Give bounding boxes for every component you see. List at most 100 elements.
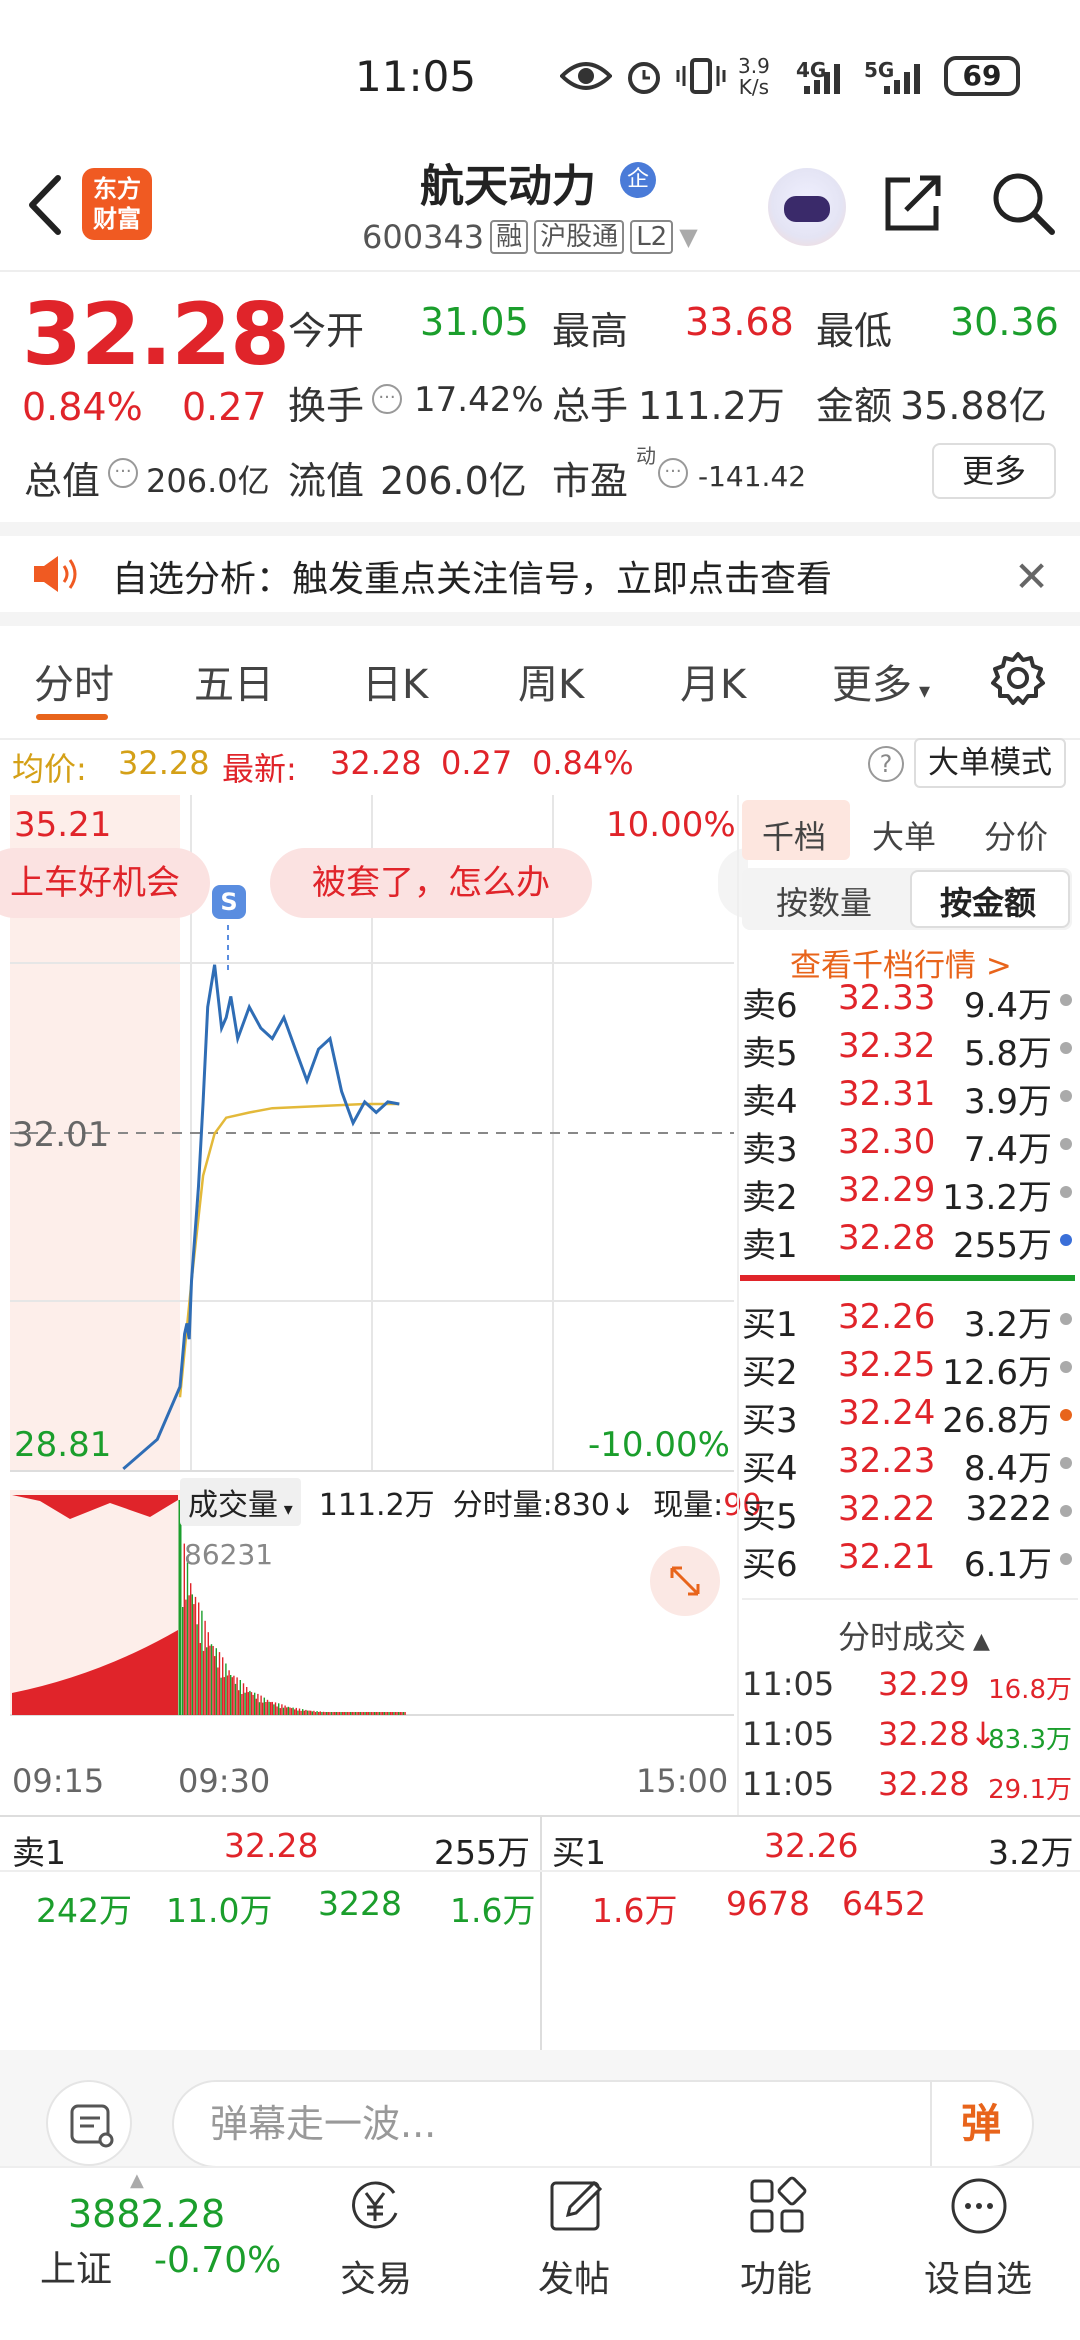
- seg-by-amount[interactable]: 按金额: [940, 878, 1036, 924]
- note-icon[interactable]: [46, 2080, 132, 2166]
- big-order-mode-button[interactable]: 大单模式: [914, 738, 1066, 788]
- volume-bar: [303, 1710, 305, 1715]
- tab-price-dist[interactable]: 分价: [984, 812, 1048, 858]
- volume-bar: [322, 1711, 325, 1715]
- volume-bar: [388, 1712, 390, 1715]
- ask-row[interactable]: 卖3 32.30 7.4万: [742, 1122, 1076, 1170]
- volume-bar: [265, 1702, 267, 1715]
- ask-row[interactable]: 卖4 32.31 3.9万: [742, 1074, 1076, 1122]
- indicator-dot: [1060, 1409, 1072, 1421]
- bid-row[interactable]: 买5 32.22 3222: [742, 1489, 1076, 1537]
- tab-level-book[interactable]: 千档: [762, 812, 826, 858]
- volume-bar: [215, 1648, 217, 1715]
- index-value[interactable]: 3882.28: [68, 2192, 225, 2236]
- volume-bar: [284, 1705, 286, 1715]
- ask-row[interactable]: 卖2 32.29 13.2万: [742, 1170, 1076, 1218]
- add-watchlist-icon[interactable]: [948, 2175, 1010, 2237]
- volume-bar: [350, 1712, 352, 1715]
- summary-bid-label: 买1: [552, 1833, 606, 1872]
- volume-bar: [396, 1712, 398, 1715]
- bid-row[interactable]: 买2 32.25 12.6万: [742, 1345, 1076, 1393]
- trade-icon[interactable]: [344, 2175, 406, 2237]
- volume-bar: [378, 1712, 381, 1715]
- l2-tag: L2: [630, 220, 674, 254]
- stock-code-row[interactable]: 600343 融 沪股通 L2 ▼: [362, 218, 698, 256]
- index-change[interactable]: -0.70%: [154, 2240, 281, 2281]
- ask-row[interactable]: 卖6 32.33 9.4万: [742, 978, 1076, 1026]
- volume-bar: [318, 1712, 320, 1715]
- volume-bar: [191, 1594, 193, 1715]
- seg-by-quantity[interactable]: 按数量: [776, 878, 872, 924]
- latest-label: 最新:: [222, 750, 297, 788]
- float-value: 206.0亿: [380, 459, 527, 503]
- bid-row[interactable]: 买3 32.24 26.8万: [742, 1393, 1076, 1441]
- close-icon[interactable]: ✕: [1014, 552, 1049, 601]
- bid-price: 32.23: [838, 1441, 936, 1481]
- volume-bar: [343, 1712, 345, 1715]
- back-icon[interactable]: [22, 170, 72, 240]
- more-info-icon[interactable]: ···: [658, 458, 688, 488]
- tab-more[interactable]: 更多 ▾: [832, 652, 930, 710]
- expand-icon[interactable]: [650, 1546, 720, 1616]
- nav-post[interactable]: 发帖: [538, 2250, 610, 2302]
- volume-bar: [329, 1712, 331, 1715]
- volume-bar: [345, 1712, 347, 1715]
- functions-icon[interactable]: [746, 2175, 808, 2237]
- search-icon[interactable]: [990, 170, 1056, 236]
- high-label: 最高: [552, 309, 629, 353]
- ask-price: 32.32: [838, 1026, 936, 1066]
- tab-daily-k[interactable]: 日K: [362, 652, 428, 710]
- ticks-header[interactable]: 分时成交 ▲: [838, 1612, 990, 1658]
- volume-select[interactable]: 成交量 ▾: [180, 1478, 301, 1526]
- volume-bar: [313, 1710, 315, 1715]
- ask-row[interactable]: 卖1 32.28 255万: [742, 1218, 1076, 1266]
- more-button[interactable]: 更多: [932, 443, 1056, 499]
- robot-face: [784, 196, 830, 222]
- tab-intraday[interactable]: 分时: [34, 652, 114, 710]
- summary-bid-item: 9678: [726, 1884, 810, 1923]
- intraday-chart[interactable]: [0, 795, 736, 1815]
- stock-name: 航天动力: [420, 161, 596, 212]
- bid-row[interactable]: 买4 32.23 8.4万: [742, 1441, 1076, 1489]
- danmu-bubble[interactable]: 被套了，怎么办: [270, 848, 592, 918]
- bid-volume: 8.4万: [963, 1449, 1052, 1489]
- danmu-button[interactable]: 弹: [930, 2082, 1030, 2166]
- nav-add-watchlist[interactable]: 设自选: [924, 2250, 1032, 2302]
- open-value: 31.05: [420, 300, 529, 344]
- time-start: 09:15: [12, 1762, 105, 1800]
- bid-row[interactable]: 买1 32.26 3.2万: [742, 1297, 1076, 1345]
- gear-icon[interactable]: [990, 650, 1046, 706]
- tab-five-day[interactable]: 五日: [194, 652, 274, 710]
- nav-functions[interactable]: 功能: [740, 2250, 812, 2302]
- nav-trade[interactable]: 交易: [340, 2250, 412, 2302]
- volume-bar: [385, 1712, 387, 1715]
- danmu-input[interactable]: 弹幕走一波...: [172, 2080, 1034, 2168]
- bid-row[interactable]: 买6 32.21 6.1万: [742, 1537, 1076, 1585]
- ask-level: 卖3: [742, 1130, 798, 1170]
- more-info-icon[interactable]: ···: [108, 458, 138, 488]
- notice-text[interactable]: 自选分析：触发重点关注信号，立即点击查看: [112, 550, 832, 602]
- danmu-bubble[interactable]: 上车好机会: [0, 848, 210, 918]
- post-icon[interactable]: [546, 2175, 608, 2237]
- volume-bar: [287, 1706, 289, 1715]
- volume-label: 总手: [552, 384, 629, 428]
- volume-bar: [321, 1712, 323, 1715]
- indicator-dot: [1060, 1313, 1072, 1325]
- summary-bid-price: 32.26: [764, 1826, 859, 1865]
- volume-bar: [244, 1692, 246, 1715]
- indicator-dot: [1060, 1090, 1072, 1102]
- stock-code: 600343: [362, 218, 485, 256]
- volume-bar: [270, 1702, 272, 1715]
- volume-bar: [369, 1712, 371, 1715]
- tab-weekly-k[interactable]: 周K: [518, 652, 584, 710]
- index-name[interactable]: 上证: [40, 2240, 112, 2292]
- sell-signal-marker[interactable]: S: [212, 885, 246, 919]
- tab-big-order[interactable]: 大单: [872, 812, 936, 858]
- tab-monthly-k[interactable]: 月K: [680, 652, 746, 710]
- more-info-icon[interactable]: ···: [372, 384, 402, 414]
- share-icon[interactable]: [880, 170, 946, 236]
- volume-bar: [231, 1677, 233, 1715]
- summary-bid-item: 6452: [842, 1884, 926, 1923]
- ask-row[interactable]: 卖5 32.32 5.8万: [742, 1026, 1076, 1074]
- help-icon[interactable]: ?: [868, 746, 904, 782]
